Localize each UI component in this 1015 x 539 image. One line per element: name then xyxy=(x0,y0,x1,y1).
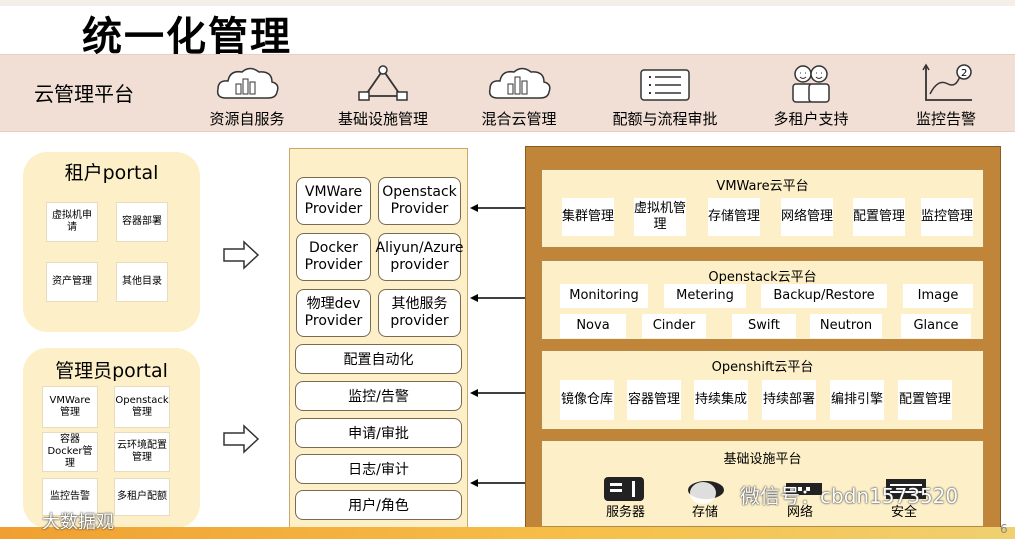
admin-item-quota[interactable]: 多租户配额 xyxy=(114,478,170,516)
page-number: 6 xyxy=(1000,522,1008,536)
tenant-item-vm[interactable]: 虚拟机申请 xyxy=(46,202,98,242)
vmware-chip-network[interactable]: 网络管理 xyxy=(781,198,833,236)
row-user-role[interactable]: 用户/角色 xyxy=(295,490,462,520)
footer-bar xyxy=(0,527,1015,539)
network-triangle-icon xyxy=(358,65,408,101)
provider-physical[interactable]: 物理dev Provider xyxy=(296,289,371,337)
feature-infra-mgmt: 基础设施管理 xyxy=(318,62,448,129)
row-log-audit[interactable]: 日志/审计 xyxy=(295,454,462,484)
admin-portal: 管理员portal VMWare管理 Openstack管理 容器Docker管… xyxy=(23,348,200,528)
openshift-chip-cd[interactable]: 持续部署 xyxy=(762,380,816,420)
openstack-chip-nova[interactable]: Nova xyxy=(560,314,626,338)
feature-hybrid-cloud: 混合云管理 xyxy=(454,62,584,129)
tenant-portal-title: 租户portal xyxy=(64,162,159,184)
row-config-automation[interactable]: 配置自动化 xyxy=(295,344,462,374)
feature-quota-approval: 配额与流程审批 xyxy=(600,62,730,129)
openshift-chip-ci[interactable]: 持续集成 xyxy=(694,380,748,420)
openshift-chip-config[interactable]: 配置管理 xyxy=(898,380,952,420)
server-icon xyxy=(604,477,644,501)
cloud-chart-icon xyxy=(216,67,279,99)
provider-aliyun-azure[interactable]: Aliyun/Azure provider xyxy=(376,233,463,281)
openstack-chip-swift[interactable]: Swift xyxy=(732,314,796,338)
openstack-chip-metering[interactable]: Metering xyxy=(664,284,746,308)
cloud-chart-icon xyxy=(488,67,551,99)
watermark-left: 大数据观 xyxy=(42,512,114,533)
admin-item-vmware[interactable]: VMWare管理 xyxy=(42,386,98,428)
hollow-arrow-icon xyxy=(223,240,260,270)
vmware-chip-vm[interactable]: 虚拟机管理 xyxy=(634,198,686,236)
checklist-icon xyxy=(640,69,690,101)
tenant-item-container[interactable]: 容器部署 xyxy=(116,202,168,242)
vmware-chip-monitor[interactable]: 监控管理 xyxy=(921,198,973,236)
admin-item-cloud-config[interactable]: 云环境配置管理 xyxy=(114,432,170,472)
tenant-portal: 租户portal 虚拟机申请 容器部署 资产管理 其他目录 xyxy=(23,152,200,332)
openstack-chip-image[interactable]: Image xyxy=(903,284,973,308)
trend-alert-icon: 2 xyxy=(922,63,972,101)
wechat-icon xyxy=(690,482,716,504)
provider-openstack[interactable]: Openstack Provider xyxy=(378,177,461,225)
openstack-chip-neutron[interactable]: Neutron xyxy=(810,314,882,338)
admin-item-openstack[interactable]: Openstack管理 xyxy=(114,386,170,428)
row-request-approval[interactable]: 申请/审批 xyxy=(295,418,462,448)
watermark-wechat: 微信号：cbdn1573520 xyxy=(740,484,959,508)
infra-label-server: 服务器 xyxy=(606,505,646,520)
vmware-panel-title: VMWare云平台 xyxy=(716,179,809,194)
openstack-panel: Openstack云平台 Monitoring Metering Backup/… xyxy=(541,260,984,340)
svg-text:2: 2 xyxy=(961,68,967,79)
vmware-panel: VMWare云平台 集群管理 虚拟机管理 存储管理 网络管理 配置管理 监控管理 xyxy=(541,169,984,248)
row-monitor-alert[interactable]: 监控/告警 xyxy=(295,381,462,411)
admin-item-docker[interactable]: 容器Docker管理 xyxy=(42,432,98,472)
vmware-chip-storage[interactable]: 存储管理 xyxy=(708,198,760,236)
provider-vmware[interactable]: VMWare Provider xyxy=(296,177,371,225)
vmware-chip-config[interactable]: 配置管理 xyxy=(853,198,905,236)
infra-panel-title: 基础设施平台 xyxy=(723,452,802,467)
openstack-chip-glance[interactable]: Glance xyxy=(901,314,971,338)
feature-monitoring: 2 监控告警 xyxy=(881,62,1011,129)
openshift-panel-title: Openshift云平台 xyxy=(711,360,814,375)
hollow-arrow-icon xyxy=(223,424,260,454)
provider-other[interactable]: 其他服务provider xyxy=(378,289,461,337)
openstack-panel-title: Openstack云平台 xyxy=(708,270,817,285)
users-icon xyxy=(792,65,830,103)
tenant-item-asset[interactable]: 资产管理 xyxy=(46,262,98,302)
platform-band-label: 云管理平台 xyxy=(34,82,134,106)
vmware-chip-cluster[interactable]: 集群管理 xyxy=(562,198,614,236)
feature-multi-tenant: 多租户支持 xyxy=(746,62,876,129)
openstack-chip-cinder[interactable]: Cinder xyxy=(642,314,706,338)
openshift-chip-container[interactable]: 容器管理 xyxy=(627,380,681,420)
openstack-chip-backup[interactable]: Backup/Restore xyxy=(761,284,887,308)
openshift-chip-orchestration[interactable]: 编排引擎 xyxy=(830,380,884,420)
openshift-chip-registry[interactable]: 镜像仓库 xyxy=(560,380,614,420)
provider-docker[interactable]: Docker Provider xyxy=(296,233,371,281)
openstack-chip-monitoring[interactable]: Monitoring xyxy=(560,284,648,308)
feature-self-service: 资源自服务 xyxy=(182,62,312,129)
openshift-panel: Openshift云平台 镜像仓库 容器管理 持续集成 持续部署 编排引擎 配置… xyxy=(541,350,984,430)
tenant-item-other[interactable]: 其他目录 xyxy=(116,262,168,302)
admin-portal-title: 管理员portal xyxy=(55,360,168,382)
